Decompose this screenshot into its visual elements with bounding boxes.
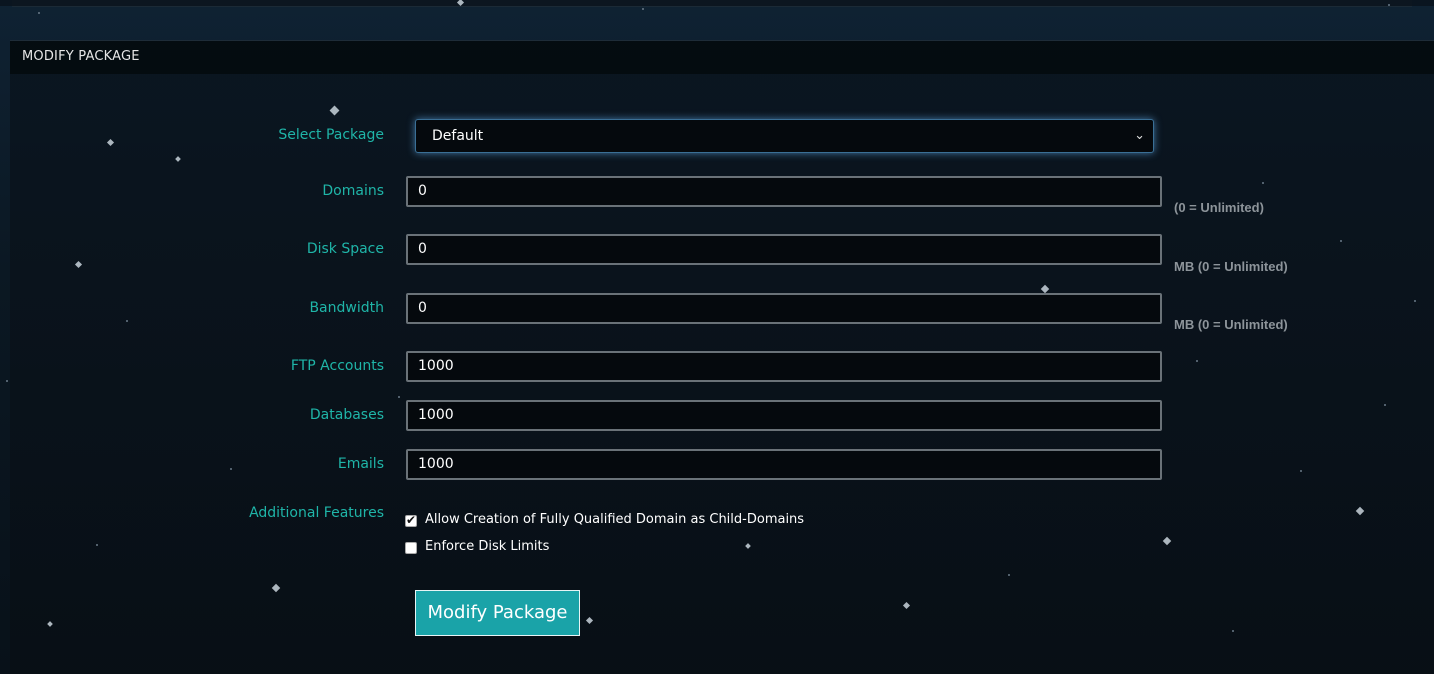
chevron-down-icon: ⌄ <box>1134 128 1145 143</box>
enforce-disk-limits-checkbox[interactable] <box>405 542 417 554</box>
star <box>38 12 40 14</box>
domains-input[interactable]: 0 <box>406 176 1162 207</box>
top-bar <box>0 0 1434 7</box>
bandwidth-label: Bandwidth <box>309 300 384 316</box>
additional-features-label: Additional Features <box>249 505 384 521</box>
ftp-accounts-input[interactable]: 1000 <box>406 351 1162 382</box>
star <box>1384 404 1386 406</box>
star <box>1388 4 1390 6</box>
star <box>1196 360 1198 362</box>
enforce-disk-limits-label[interactable]: Enforce Disk Limits <box>425 539 549 554</box>
databases-label: Databases <box>309 407 384 423</box>
emails-input[interactable]: 1000 <box>406 449 1162 480</box>
panel-header: MODIFY PACKAGE <box>10 40 1434 74</box>
star <box>6 380 8 382</box>
disk-space-input[interactable]: 0 <box>406 234 1162 265</box>
select-package-label: Select Package <box>278 127 384 143</box>
panel-title: MODIFY PACKAGE <box>22 49 140 64</box>
bandwidth-hint: MB (0 = Unlimited) <box>1174 317 1288 332</box>
databases-input[interactable]: 1000 <box>406 400 1162 431</box>
emails-label: Emails <box>337 456 384 472</box>
star <box>642 8 644 10</box>
star <box>398 396 400 398</box>
star <box>1340 240 1342 242</box>
disk-space-label: Disk Space <box>306 241 384 257</box>
domains-label: Domains <box>322 183 384 199</box>
ftp-accounts-label: FTP Accounts <box>290 358 384 374</box>
bandwidth-input[interactable]: 0 <box>406 293 1162 324</box>
fqdn-child-domains-label[interactable]: Allow Creation of Fully Qualified Domain… <box>425 512 804 527</box>
star <box>96 544 98 546</box>
disk-space-hint: MB (0 = Unlimited) <box>1174 259 1288 274</box>
fqdn-child-domains-checkbox[interactable]: ✔ <box>405 513 417 527</box>
modify-package-button[interactable]: Modify Package <box>415 590 580 636</box>
star <box>1414 300 1416 302</box>
domains-hint: (0 = Unlimited) <box>1174 200 1264 215</box>
checkmark-icon: ✔ <box>406 513 417 527</box>
package-select-value: Default <box>432 128 484 144</box>
star <box>1232 630 1234 632</box>
package-select[interactable]: Default ⌄ <box>415 119 1154 153</box>
star <box>1008 574 1010 576</box>
top-bar-inner <box>12 0 1412 7</box>
star <box>230 468 232 470</box>
star <box>1300 470 1302 472</box>
star <box>1262 182 1264 184</box>
star <box>126 320 128 322</box>
